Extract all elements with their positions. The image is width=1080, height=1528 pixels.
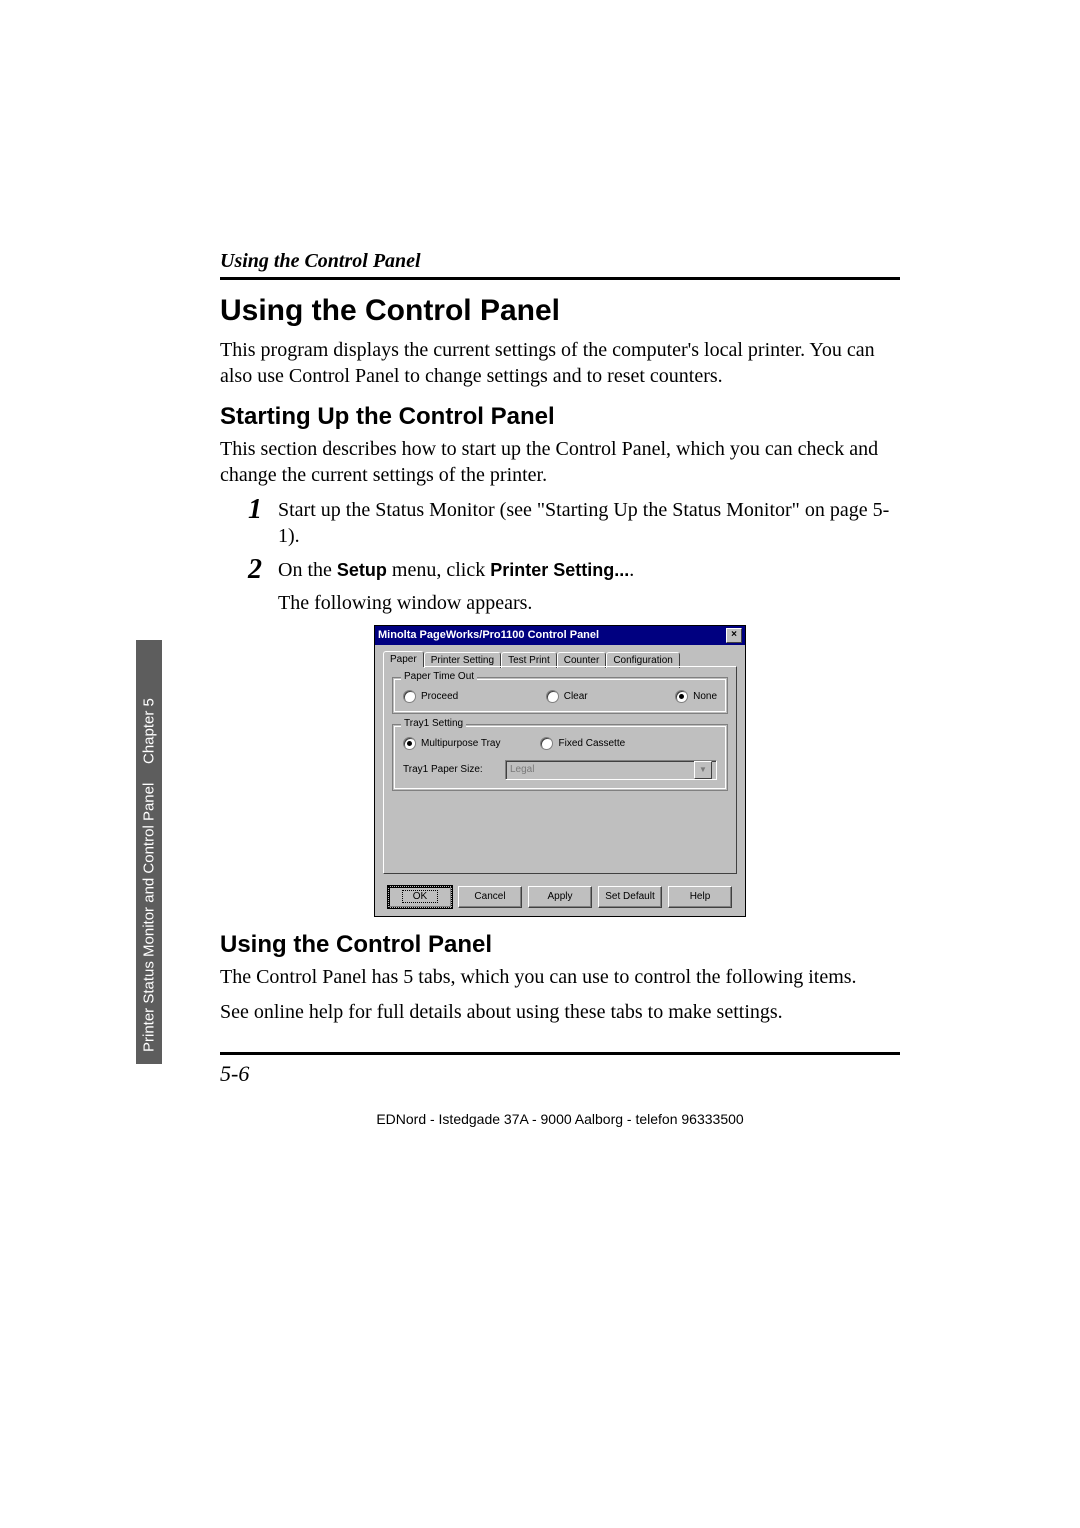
cancel-button[interactable]: Cancel: [458, 886, 522, 908]
radio-clear[interactable]: Clear: [546, 690, 588, 703]
apply-button[interactable]: Apply: [528, 886, 592, 908]
paragraph-5tabs: The Control Panel has 5 tabs, which you …: [220, 965, 900, 991]
tray1-paper-size-label: Tray1 Paper Size:: [403, 764, 495, 775]
intro-paragraph: This program displays the current settin…: [220, 338, 900, 389]
radio-icon: [546, 690, 559, 703]
radio-icon: [540, 737, 553, 750]
dialog-tabs: Paper Printer Setting Test Print Counter…: [383, 651, 737, 667]
radio-multipurpose-label: Multipurpose Tray: [421, 738, 500, 749]
heading-2-starting: Starting Up the Control Panel: [220, 403, 900, 431]
step-2-frag-a: On the: [278, 559, 337, 581]
radio-fixed-cassette[interactable]: Fixed Cassette: [540, 737, 625, 750]
dialog-body: Paper Printer Setting Test Print Counter…: [375, 645, 745, 880]
tray1-paper-size-row: Tray1 Paper Size: Legal ▼: [403, 760, 717, 780]
radio-fixed-cassette-label: Fixed Cassette: [558, 738, 625, 749]
paper-timeout-radios: Proceed Clear None: [403, 690, 717, 703]
radio-none-label: None: [693, 691, 717, 702]
tab-panel-paper: Paper Time Out Proceed Clear: [383, 666, 737, 874]
group-tray1-legend: Tray1 Setting: [401, 718, 466, 729]
dialog-button-row: OK Cancel Apply Set Default Help: [375, 880, 745, 916]
radio-proceed-label: Proceed: [421, 691, 458, 702]
paragraph-starting: This section describes how to start up t…: [220, 437, 900, 488]
group-paper-timeout-legend: Paper Time Out: [401, 671, 477, 682]
ok-button[interactable]: OK: [388, 886, 452, 908]
dialog-titlebar: Minolta PageWorks/Pro1100 Control Panel …: [375, 626, 745, 645]
paragraph-online-help: See online help for full details about u…: [220, 1000, 900, 1026]
tab-paper[interactable]: Paper: [383, 651, 424, 667]
heading-1: Using the Control Panel: [220, 294, 900, 328]
header-rule: [220, 277, 900, 280]
page-number: 5-6: [220, 1061, 900, 1087]
radio-icon: [675, 690, 688, 703]
step-2-frag-d: Printer Setting...: [490, 560, 629, 580]
dialog-screenshot: Minolta PageWorks/Pro1100 Control Panel …: [220, 625, 900, 917]
group-tray1-setting: Tray1 Setting Multipurpose Tray Fixed Ca…: [392, 724, 728, 791]
step-1-number: 1: [248, 496, 278, 524]
step-followup: The following window appears.: [278, 592, 900, 615]
tray1-paper-size-select[interactable]: Legal ▼: [505, 760, 717, 780]
control-panel-dialog: Minolta PageWorks/Pro1100 Control Panel …: [374, 625, 746, 917]
close-icon[interactable]: ×: [726, 628, 742, 643]
document-page: Using the Control Panel Using the Contro…: [0, 0, 1080, 1528]
radio-multipurpose[interactable]: Multipurpose Tray: [403, 737, 500, 750]
radio-icon: [403, 690, 416, 703]
radio-icon: [403, 737, 416, 750]
step-1: 1 Start up the Status Monitor (see "Star…: [248, 498, 900, 549]
dialog-title: Minolta PageWorks/Pro1100 Control Panel: [378, 629, 599, 641]
step-2-frag-c: menu, click: [387, 559, 490, 581]
radio-proceed[interactable]: Proceed: [403, 690, 458, 703]
footer-rule: [220, 1052, 900, 1055]
radio-none[interactable]: None: [675, 690, 717, 703]
step-2-text: On the Setup menu, click Printer Setting…: [278, 558, 900, 584]
help-button[interactable]: Help: [668, 886, 732, 908]
step-2-number: 2: [248, 556, 278, 584]
step-1-text: Start up the Status Monitor (see "Starti…: [278, 498, 900, 549]
step-list: 1 Start up the Status Monitor (see "Star…: [248, 498, 900, 583]
footer-text: EDNord - Istedgade 37A - 9000 Aalborg - …: [220, 1111, 900, 1127]
tray1-radios: Multipurpose Tray Fixed Cassette: [403, 737, 717, 750]
step-2: 2 On the Setup menu, click Printer Setti…: [248, 558, 900, 584]
set-default-button[interactable]: Set Default: [598, 886, 662, 908]
heading-2-using: Using the Control Panel: [220, 931, 900, 959]
chevron-down-icon[interactable]: ▼: [694, 761, 712, 779]
ok-button-label: OK: [402, 890, 438, 903]
radio-clear-label: Clear: [564, 691, 588, 702]
running-head: Using the Control Panel: [220, 250, 900, 273]
group-paper-timeout: Paper Time Out Proceed Clear: [392, 677, 728, 714]
step-2-frag-e: .: [629, 559, 634, 581]
tray1-paper-size-value: Legal: [510, 764, 534, 775]
step-2-frag-b: Setup: [337, 560, 387, 580]
